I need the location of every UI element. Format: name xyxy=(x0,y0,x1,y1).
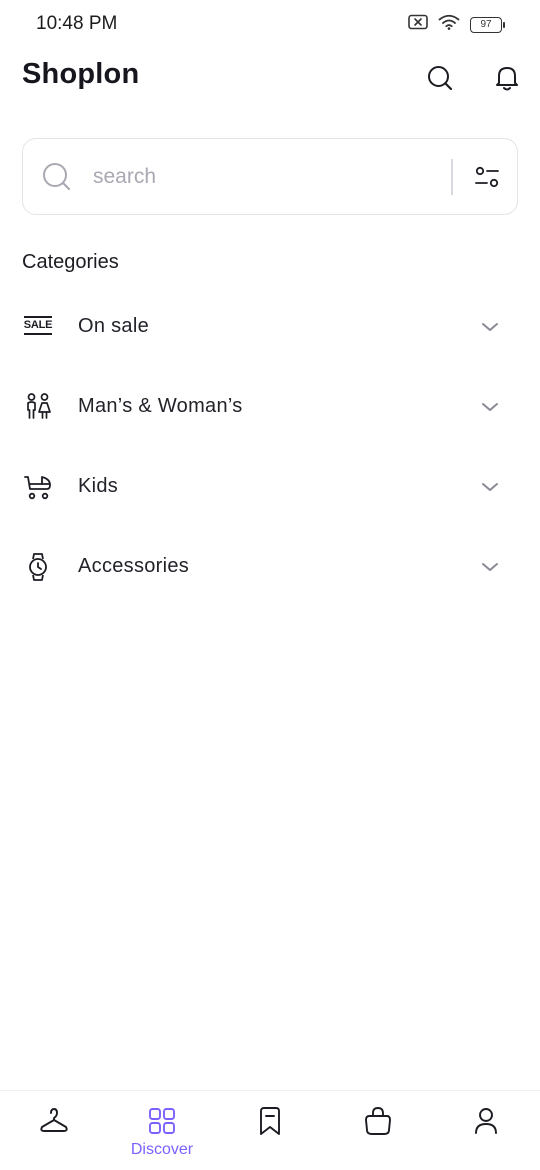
header-search-button[interactable] xyxy=(424,62,456,94)
app-title: Shoplon xyxy=(22,58,140,90)
search-input[interactable] xyxy=(93,159,443,195)
chevron-down-icon[interactable] xyxy=(478,555,502,579)
category-label: On sale xyxy=(78,315,150,337)
search-divider xyxy=(451,159,453,195)
status-time: 10:48 PM xyxy=(36,13,118,34)
category-label: Kids xyxy=(78,475,119,497)
battery-icon: 97 xyxy=(470,16,505,33)
categories-title: Categories xyxy=(22,251,119,273)
category-item-kids[interactable]: Kids xyxy=(0,447,540,527)
notifications-button[interactable] xyxy=(491,62,523,94)
filter-button[interactable] xyxy=(469,159,505,195)
nav-item-bookmarks[interactable] xyxy=(230,1091,310,1170)
nav-item-discover[interactable]: Discover xyxy=(122,1091,202,1170)
hanger-icon xyxy=(40,1108,68,1132)
stroller-icon xyxy=(22,471,54,503)
chevron-down-icon[interactable] xyxy=(478,475,502,499)
screen-record-icon xyxy=(408,14,428,35)
category-label: Accessories xyxy=(78,555,190,577)
category-label: Man’s & Woman’s xyxy=(78,395,243,417)
sale-badge-text: SALE xyxy=(23,316,52,335)
app-screen: 10:48 PM 97 Shoplon search Categories SA… xyxy=(0,0,540,1170)
bag-icon xyxy=(365,1107,391,1135)
profile-icon xyxy=(475,1108,497,1134)
bottom-nav: Discover xyxy=(0,1090,540,1170)
people-icon xyxy=(22,391,54,423)
nav-item-bag[interactable] xyxy=(338,1091,418,1170)
category-item-mens-womens[interactable]: Man’s & Woman’s xyxy=(0,367,540,447)
watch-icon xyxy=(22,551,54,583)
category-item-accessories[interactable]: Accessories xyxy=(0,527,540,607)
search-icon xyxy=(428,66,453,91)
search-icon xyxy=(43,163,71,191)
wifi-icon xyxy=(438,14,460,35)
filter-icon xyxy=(475,166,499,188)
category-list: SALE On sale Man’s & Woman’s Kids Access… xyxy=(0,287,540,607)
sale-icon: SALE xyxy=(22,311,54,343)
status-bar: 10:48 PM 97 xyxy=(0,0,540,48)
nav-item-shop[interactable] xyxy=(14,1091,94,1170)
nav-item-profile[interactable] xyxy=(446,1091,526,1170)
nav-label-discover: Discover xyxy=(130,1141,194,1158)
grid-icon xyxy=(149,1108,175,1134)
bookmark-icon xyxy=(260,1107,280,1135)
search-bar xyxy=(22,138,518,215)
category-item-on-sale[interactable]: SALE On sale xyxy=(0,287,540,367)
bell-icon xyxy=(496,67,518,91)
status-icons: 97 xyxy=(408,14,505,35)
chevron-down-icon[interactable] xyxy=(478,315,502,339)
chevron-down-icon[interactable] xyxy=(478,395,502,419)
app-header: Shoplon xyxy=(0,56,540,100)
